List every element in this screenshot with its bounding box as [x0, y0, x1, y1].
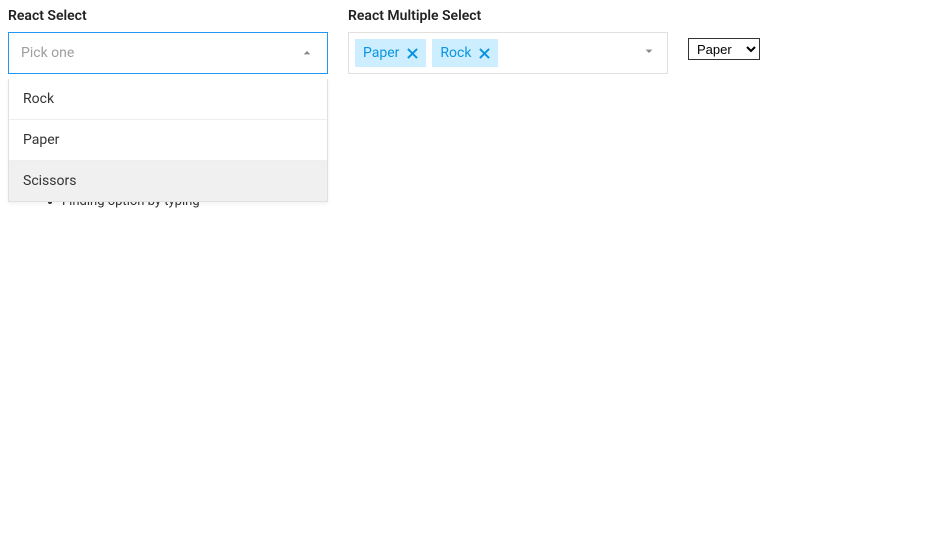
single-select-placeholder: Pick one — [21, 45, 74, 61]
multi-select-control[interactable]: Paper Rock — [348, 32, 668, 74]
single-select-title: React Select — [8, 8, 328, 24]
single-select-control[interactable]: Pick one — [8, 32, 328, 74]
close-icon[interactable] — [479, 48, 490, 59]
single-select-option-paper[interactable]: Paper — [9, 120, 327, 161]
tag-label: Paper — [363, 45, 399, 61]
chevron-up-icon — [299, 45, 315, 61]
single-select-dropdown: Rock Paper Scissors — [8, 79, 328, 202]
tag-paper: Paper — [355, 39, 426, 67]
chevron-down-icon — [641, 43, 657, 63]
native-select[interactable]: Rock Paper Scissors — [688, 38, 760, 60]
tag-rock: Rock — [432, 39, 498, 67]
single-select-option-scissors[interactable]: Scissors — [9, 161, 327, 201]
multi-select-tags: Paper Rock — [355, 39, 498, 67]
close-icon[interactable] — [407, 48, 418, 59]
multi-select-title: React Multiple Select — [348, 8, 668, 24]
tag-label: Rock — [440, 45, 471, 61]
single-select-option-rock[interactable]: Rock — [9, 79, 327, 120]
